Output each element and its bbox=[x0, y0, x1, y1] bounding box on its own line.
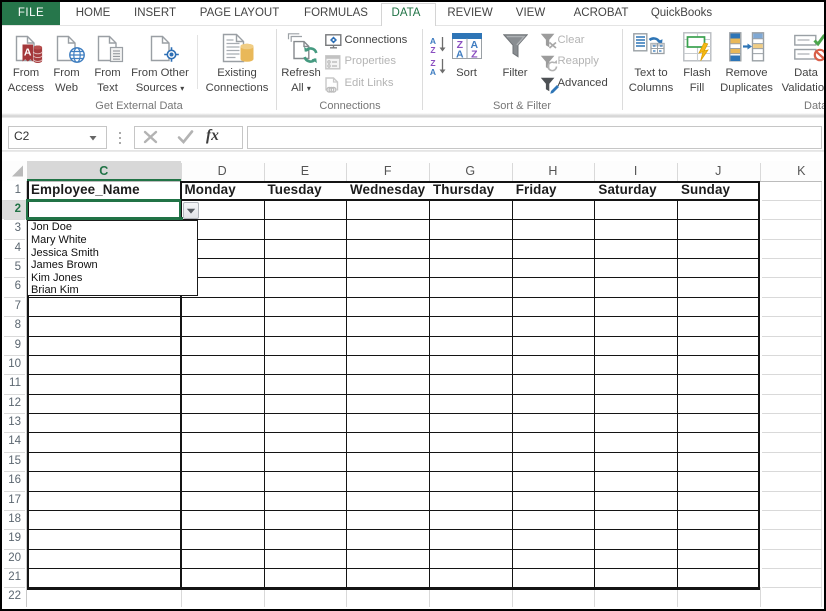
svg-text:A: A bbox=[430, 67, 436, 76]
svg-text:Z: Z bbox=[471, 49, 478, 60]
svg-text:A: A bbox=[24, 46, 32, 58]
svg-text:Z: Z bbox=[430, 45, 435, 54]
svg-text:A: A bbox=[456, 49, 464, 60]
